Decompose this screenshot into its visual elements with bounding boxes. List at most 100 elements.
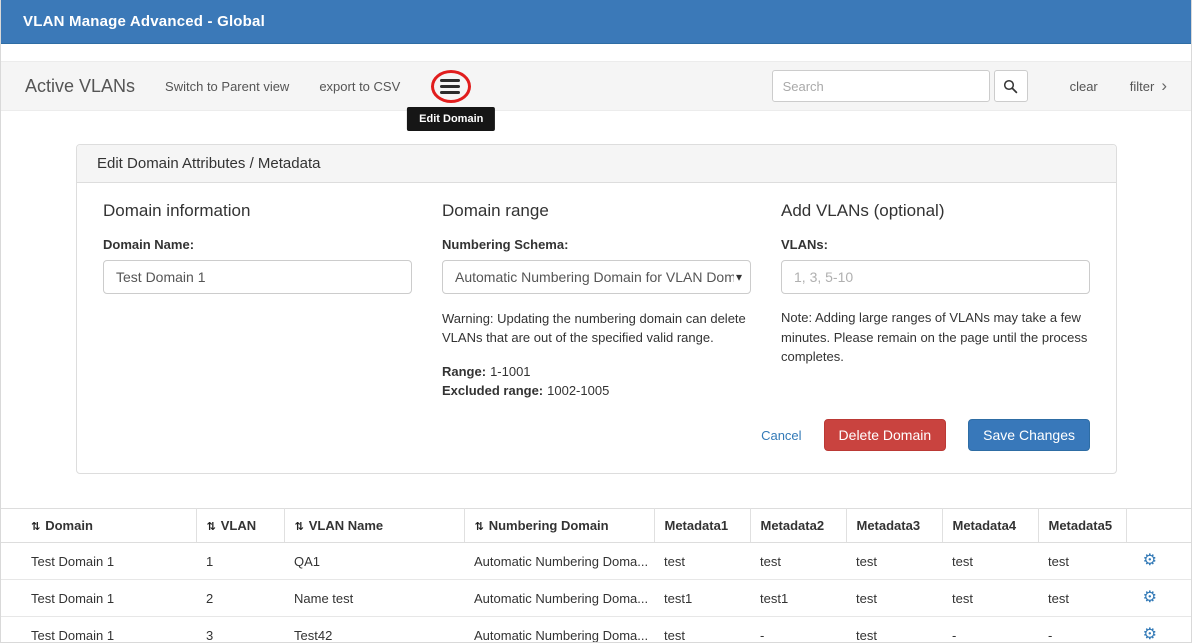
- range-line: Range: 1-1001: [442, 362, 751, 382]
- page-title: Active VLANs: [25, 76, 135, 97]
- numbering-schema-select[interactable]: Automatic Numbering Domain for VLAN Doma…: [442, 260, 751, 294]
- column-header-metadata5: Metadata5: [1038, 509, 1126, 543]
- row-settings-button[interactable]: ⚙: [1143, 553, 1157, 569]
- cell-metadata1: test: [654, 543, 750, 580]
- vlans-note-text: Note: Adding large ranges of VLANs may t…: [781, 308, 1090, 367]
- search-icon: [1003, 79, 1018, 94]
- filter-link-label: filter: [1130, 79, 1155, 94]
- column-header-metadata2: Metadata2: [750, 509, 846, 543]
- page: VLAN Manage Advanced - Global Active VLA…: [0, 0, 1192, 643]
- search-button[interactable]: [994, 70, 1028, 102]
- domain-information-heading: Domain information: [103, 201, 412, 221]
- table-row: Test Domain 1 1 QA1 Automatic Numbering …: [1, 543, 1191, 580]
- column-header-numbering-domain[interactable]: ⇅ Numbering Domain: [464, 509, 654, 543]
- cell-metadata2: test1: [750, 580, 846, 617]
- column-label: Numbering Domain: [489, 518, 609, 533]
- caret-down-icon: ▾: [736, 270, 742, 284]
- cell-domain: Test Domain 1: [1, 580, 196, 617]
- numbering-schema-value: Automatic Numbering Domain for VLAN Doma: [455, 269, 734, 285]
- domain-name-input[interactable]: [103, 260, 412, 294]
- edit-domain-panel: Edit Domain Attributes / Metadata Domain…: [76, 144, 1117, 474]
- edit-domain-tooltip: Edit Domain: [407, 107, 495, 131]
- cell-domain: Test Domain 1: [1, 617, 196, 643]
- cell-metadata4: test: [942, 580, 1038, 617]
- excluded-range-value: 1002-1005: [547, 383, 609, 398]
- save-changes-button[interactable]: Save Changes: [968, 419, 1090, 452]
- sort-icon: ⇅: [207, 521, 216, 533]
- cell-metadata5: test: [1038, 580, 1126, 617]
- excluded-range-line: Excluded range: 1002-1005: [442, 381, 751, 401]
- switch-parent-view-link[interactable]: Switch to Parent view: [165, 79, 289, 94]
- sort-icon: ⇅: [475, 521, 484, 533]
- app-title: VLAN Manage Advanced - Global: [23, 13, 265, 30]
- cell-metadata3: test: [846, 580, 942, 617]
- range-label: Range:: [442, 364, 486, 379]
- add-vlans-heading: Add VLANs (optional): [781, 201, 1090, 221]
- cell-numbering-domain: Automatic Numbering Doma...: [464, 617, 654, 643]
- cell-metadata1: test1: [654, 580, 750, 617]
- row-settings-button[interactable]: ⚙: [1143, 627, 1157, 643]
- excluded-range-label: Excluded range:: [442, 383, 543, 398]
- cell-vlan-name: Test42: [284, 617, 464, 643]
- column-header-vlan[interactable]: ⇅ VLAN: [196, 509, 284, 543]
- vlans-input[interactable]: [781, 260, 1090, 294]
- sort-icon: ⇅: [295, 521, 304, 533]
- domain-name-label: Domain Name:: [103, 237, 412, 252]
- cell-metadata1: test: [654, 617, 750, 643]
- domain-range-heading: Domain range: [442, 201, 751, 221]
- vlan-table: ⇅ Domain ⇅ VLAN ⇅ VLAN Name ⇅ Numbering Doma…: [1, 508, 1191, 643]
- table-header-row: ⇅ Domain ⇅ VLAN ⇅ VLAN Name ⇅ Numbering Doma…: [1, 509, 1191, 543]
- column-header-vlan-name[interactable]: ⇅ VLAN Name: [284, 509, 464, 543]
- cell-vlan: 3: [196, 617, 284, 643]
- cell-metadata3: test: [846, 543, 942, 580]
- toolbar: Active VLANs Switch to Parent view expor…: [1, 61, 1191, 111]
- column-header-metadata4: Metadata4: [942, 509, 1038, 543]
- column-header-metadata3: Metadata3: [846, 509, 942, 543]
- edit-domain-menu-button[interactable]: Edit Domain: [440, 77, 462, 96]
- domain-range-section: Domain range Numbering Schema: Automatic…: [442, 201, 751, 401]
- filter-link[interactable]: filter ›: [1130, 79, 1167, 94]
- cell-metadata5: -: [1038, 617, 1126, 643]
- chevron-right-icon: ›: [1161, 81, 1167, 91]
- range-warning-text: Warning: Updating the numbering domain c…: [442, 310, 751, 348]
- domain-information-section: Domain information Domain Name:: [103, 201, 412, 401]
- cell-vlan: 1: [196, 543, 284, 580]
- clear-link[interactable]: clear: [1070, 79, 1098, 94]
- gear-icon: ⚙: [1143, 589, 1157, 606]
- panel-actions: Cancel Delete Domain Save Changes: [103, 419, 1090, 452]
- numbering-schema-label: Numbering Schema:: [442, 237, 751, 252]
- table-row: Test Domain 1 3 Test42 Automatic Numberi…: [1, 617, 1191, 643]
- column-header-metadata1: Metadata1: [654, 509, 750, 543]
- delete-domain-button[interactable]: Delete Domain: [824, 419, 947, 452]
- edit-panel-title: Edit Domain Attributes / Metadata: [77, 145, 1116, 183]
- range-value: 1-1001: [490, 364, 530, 379]
- column-label: Domain: [45, 518, 93, 533]
- cell-metadata4: test: [942, 543, 1038, 580]
- vlans-label: VLANs:: [781, 237, 1090, 252]
- hamburger-icon: [440, 77, 462, 96]
- cell-numbering-domain: Automatic Numbering Doma...: [464, 543, 654, 580]
- row-settings-button[interactable]: ⚙: [1143, 590, 1157, 606]
- app-header: VLAN Manage Advanced - Global: [1, 0, 1191, 44]
- cell-metadata2: -: [750, 617, 846, 643]
- cell-vlan-name: Name test: [284, 580, 464, 617]
- gear-icon: ⚙: [1143, 552, 1157, 569]
- cancel-link[interactable]: Cancel: [761, 428, 801, 443]
- search-input[interactable]: [772, 70, 990, 102]
- sort-icon: ⇅: [31, 521, 40, 533]
- export-csv-link[interactable]: export to CSV: [319, 79, 400, 94]
- column-header-actions: [1126, 509, 1191, 543]
- cell-numbering-domain: Automatic Numbering Doma...: [464, 580, 654, 617]
- column-label: VLAN: [221, 518, 256, 533]
- cell-metadata3: test: [846, 617, 942, 643]
- column-label: VLAN Name: [309, 518, 383, 533]
- cell-metadata4: -: [942, 617, 1038, 643]
- cell-vlan-name: QA1: [284, 543, 464, 580]
- edit-panel-body: Domain information Domain Name: Domain r…: [77, 183, 1116, 473]
- column-header-domain[interactable]: ⇅ Domain: [1, 509, 196, 543]
- cell-vlan: 2: [196, 580, 284, 617]
- toolbar-right-group: clear filter ›: [772, 70, 1167, 102]
- gear-icon: ⚙: [1143, 626, 1157, 643]
- add-vlans-section: Add VLANs (optional) VLANs: Note: Adding…: [781, 201, 1090, 401]
- cell-domain: Test Domain 1: [1, 543, 196, 580]
